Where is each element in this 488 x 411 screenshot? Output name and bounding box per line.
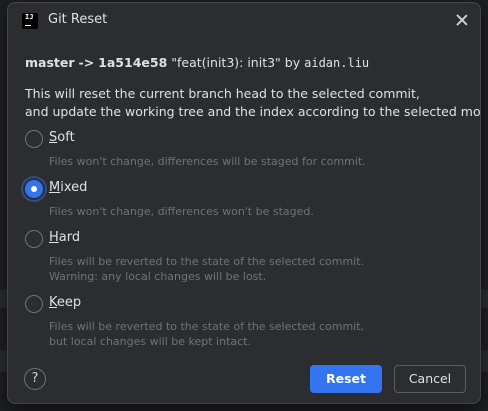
reset-description: This will reset the current branch head … — [25, 85, 481, 121]
option-soft-help: Files won't change, differences will be … — [49, 155, 366, 168]
reset-button[interactable]: Reset — [310, 365, 382, 393]
commit-hash: 1a514e58 — [98, 55, 168, 70]
by-text: by — [284, 55, 301, 70]
git-reset-dialog: IJ Git Reset master -> 1a514e58 "feat(in… — [7, 2, 481, 404]
option-soft-label[interactable]: Soft — [49, 130, 75, 145]
radio-hard[interactable] — [25, 230, 43, 248]
option-hard-help: Files will be reverted to the state of t… — [49, 255, 365, 283]
description-line-2: and update the working tree and the inde… — [25, 104, 481, 119]
commit-summary: master -> 1a514e58 "feat(init3): init3" … — [25, 55, 369, 70]
dialog-title: Git Reset — [48, 12, 108, 27]
option-mixed-label[interactable]: Mixed — [49, 180, 87, 195]
radio-keep[interactable] — [25, 295, 43, 313]
radio-mixed[interactable] — [25, 180, 43, 198]
dialog-titlebar: IJ Git Reset — [8, 3, 480, 37]
radio-soft[interactable] — [25, 130, 43, 148]
cancel-button[interactable]: Cancel — [394, 365, 466, 393]
intellij-icon: IJ — [22, 13, 38, 29]
description-line-1: This will reset the current branch head … — [25, 86, 420, 101]
help-button[interactable]: ? — [24, 368, 46, 390]
option-keep-label[interactable]: Keep — [49, 295, 81, 310]
commit-author: aidan.liu — [304, 56, 370, 70]
close-icon[interactable] — [454, 12, 470, 28]
arrow-text: -> — [78, 55, 95, 70]
commit-message: "feat(init3): init3" — [171, 55, 281, 70]
branch-name: master — [25, 55, 75, 70]
option-hard-label[interactable]: Hard — [49, 230, 80, 245]
option-mixed-help: Files won't change, differences won't be… — [49, 205, 314, 218]
option-keep-help: Files will be reverted to the state of t… — [49, 320, 365, 348]
